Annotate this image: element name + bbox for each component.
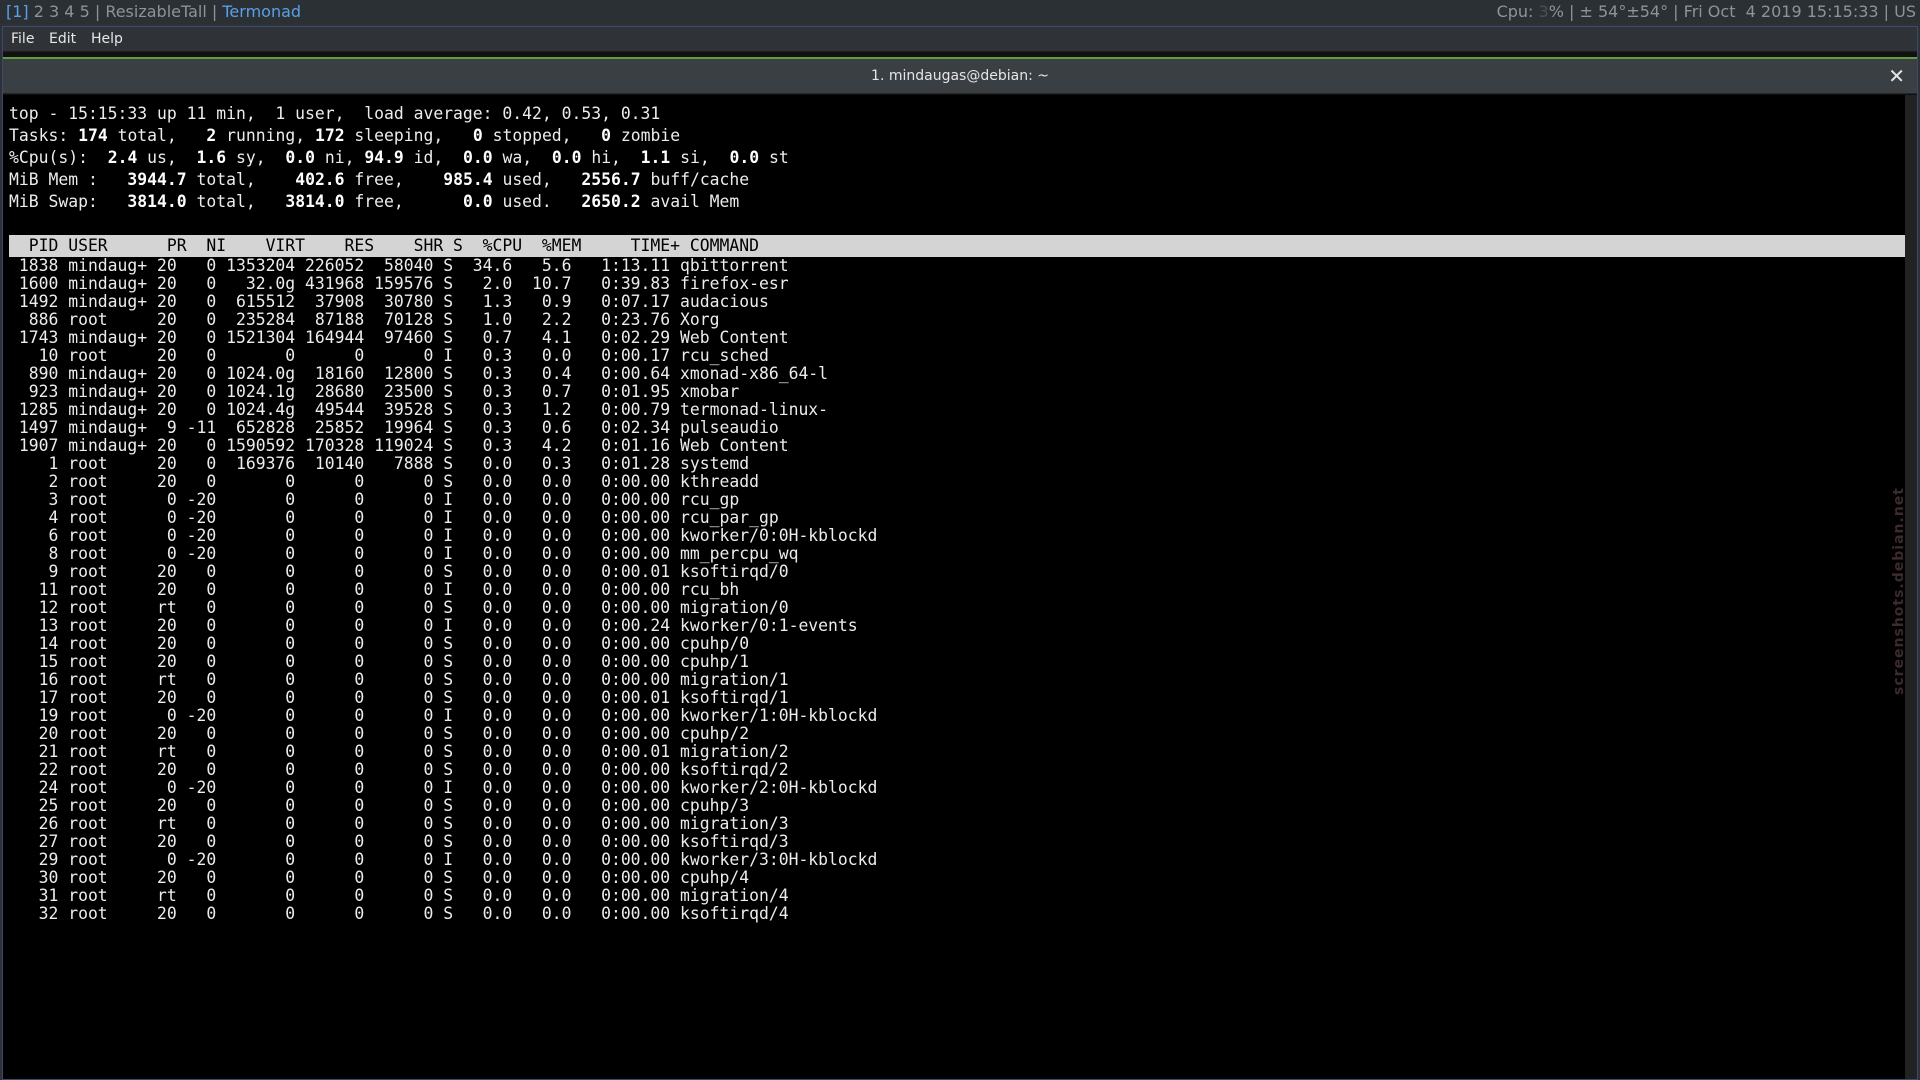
watermark: screenshots.debian.net [1891, 487, 1907, 695]
table-row: 22 root 20 0 0 0 0 S 0.0 0.0 0:00.00 kso… [9, 760, 789, 779]
summary-mem: MiB Mem : 3944.7 total, 402.6 free, 985.… [9, 170, 750, 189]
table-row: 1492 mindaug+ 20 0 615512 37908 30780 S … [9, 292, 769, 311]
table-row: 24 root 0 -20 0 0 0 I 0.0 0.0 0:00.00 kw… [9, 778, 878, 797]
xmobar-status-bar: [1] 2 3 4 5 | ResizableTall | Termonad C… [0, 0, 1920, 24]
table-row: 20 root 20 0 0 0 0 S 0.0 0.0 0:00.00 cpu… [9, 724, 750, 743]
table-row: 1 root 20 0 169376 10140 7888 S 0.0 0.3 … [9, 454, 750, 473]
table-row: 2 root 20 0 0 0 0 S 0.0 0.0 0:00.00 kthr… [9, 472, 759, 491]
table-row: 26 root rt 0 0 0 0 S 0.0 0.0 0:00.00 mig… [9, 814, 789, 833]
table-row: 10 root 20 0 0 0 0 I 0.3 0.0 0:00.17 rcu… [9, 346, 769, 365]
table-row: 1497 mindaug+ 9 -11 652828 25852 19964 S… [9, 418, 779, 437]
workspace-current[interactable]: [1] [6, 2, 29, 21]
tab-bar: 1. mindaugas@debian: ~ ✕ [3, 57, 1917, 94]
termonad-window: File Edit Help 1. mindaugas@debian: ~ ✕ … [2, 26, 1918, 1080]
table-row: 15 root 20 0 0 0 0 S 0.0 0.0 0:00.00 cpu… [9, 652, 750, 671]
process-table-header: PID USER PR NI VIRT RES SHR S %CPU %MEM … [9, 235, 1908, 257]
window-name: Termonad [222, 2, 302, 21]
table-row: 30 root 20 0 0 0 0 S 0.0 0.0 0:00.00 cpu… [9, 868, 750, 887]
table-row: 4 root 0 -20 0 0 0 I 0.0 0.0 0:00.00 rcu… [9, 508, 779, 527]
table-row: 3 root 0 -20 0 0 0 I 0.0 0.0 0:00.00 rcu… [9, 490, 740, 509]
cpu-value: 3 [1538, 2, 1549, 21]
summary-tasks: Tasks: 174 total, 2 running, 172 sleepin… [9, 126, 681, 145]
menu-file[interactable]: File [5, 27, 40, 51]
summary-cpu: %Cpu(s): 2.4 us, 1.6 sy, 0.0 ni, 94.9 id… [9, 148, 789, 167]
table-row: 6 root 0 -20 0 0 0 I 0.0 0.0 0:00.00 kwo… [9, 526, 878, 545]
table-row: 12 root rt 0 0 0 0 S 0.0 0.0 0:00.00 mig… [9, 598, 789, 617]
terminal-area[interactable]: top - 15:15:33 up 11 min, 1 user, load a… [3, 95, 1917, 1079]
table-row: 31 root rt 0 0 0 0 S 0.0 0.0 0:00.00 mig… [9, 886, 789, 905]
table-row: 890 mindaug+ 20 0 1024.0g 18160 12800 S … [9, 364, 829, 383]
table-row: 21 root rt 0 0 0 0 S 0.0 0.0 0:00.01 mig… [9, 742, 789, 761]
menu-bar: File Edit Help [3, 27, 1917, 52]
table-row: 25 root 20 0 0 0 0 S 0.0 0.0 0:00.00 cpu… [9, 796, 750, 815]
summary-uptime: top - 15:15:33 up 11 min, 1 user, load a… [9, 104, 661, 123]
table-row: 1285 mindaug+ 20 0 1024.4g 49544 39528 S… [9, 400, 829, 419]
table-row: 886 root 20 0 235284 87188 70128 S 1.0 2… [9, 310, 720, 329]
summary-swap: MiB Swap: 3814.0 total, 3814.0 free, 0.0… [9, 192, 740, 211]
table-row: 1743 mindaug+ 20 0 1521304 164944 97460 … [9, 328, 789, 347]
table-row: 27 root 20 0 0 0 0 S 0.0 0.0 0:00.00 kso… [9, 832, 789, 851]
table-row: 1838 mindaug+ 20 0 1353204 226052 58040 … [9, 256, 789, 275]
table-row: 13 root 20 0 0 0 0 I 0.0 0.0 0:00.24 kwo… [9, 616, 858, 635]
tab-title[interactable]: 1. mindaugas@debian: ~ [3, 59, 1917, 93]
table-row: 1907 mindaug+ 20 0 1590592 170328 119024… [9, 436, 789, 455]
table-row: 923 mindaug+ 20 0 1024.1g 28680 23500 S … [9, 382, 740, 401]
table-row: 11 root 20 0 0 0 0 I 0.0 0.0 0:00.00 rcu… [9, 580, 740, 599]
table-row: 32 root 20 0 0 0 0 S 0.0 0.0 0:00.00 kso… [9, 904, 789, 923]
table-row: 16 root rt 0 0 0 0 S 0.0 0.0 0:00.00 mig… [9, 670, 789, 689]
workspace-list[interactable]: 2 3 4 5 [34, 2, 90, 21]
menu-edit[interactable]: Edit [43, 27, 82, 51]
menu-help[interactable]: Help [85, 27, 129, 51]
table-row: 9 root 20 0 0 0 0 S 0.0 0.0 0:00.01 ksof… [9, 562, 789, 581]
xmobar-right: Cpu: 3% | ± 54°±54° | Fri Oct 4 2019 15:… [1497, 0, 1916, 24]
table-row: 17 root 20 0 0 0 0 S 0.0 0.0 0:00.01 kso… [9, 688, 789, 707]
table-row: 29 root 0 -20 0 0 0 I 0.0 0.0 0:00.00 kw… [9, 850, 878, 869]
status-info: % | ± 54°±54° | Fri Oct 4 2019 15:15:33 … [1548, 2, 1916, 21]
xmobar-left: [1] 2 3 4 5 | ResizableTall | Termonad [6, 2, 302, 21]
cpu-label: Cpu: [1496, 2, 1539, 21]
table-row: 19 root 0 -20 0 0 0 I 0.0 0.0 0:00.00 kw… [9, 706, 878, 725]
table-row: 1600 mindaug+ 20 0 32.0g 431968 159576 S… [9, 274, 789, 293]
table-row: 8 root 0 -20 0 0 0 I 0.0 0.0 0:00.00 mm_… [9, 544, 799, 563]
layout-name: ResizableTall [105, 2, 207, 21]
close-tab-button[interactable]: ✕ [1888, 59, 1905, 93]
table-row: 14 root 20 0 0 0 0 S 0.0 0.0 0:00.00 cpu… [9, 634, 750, 653]
